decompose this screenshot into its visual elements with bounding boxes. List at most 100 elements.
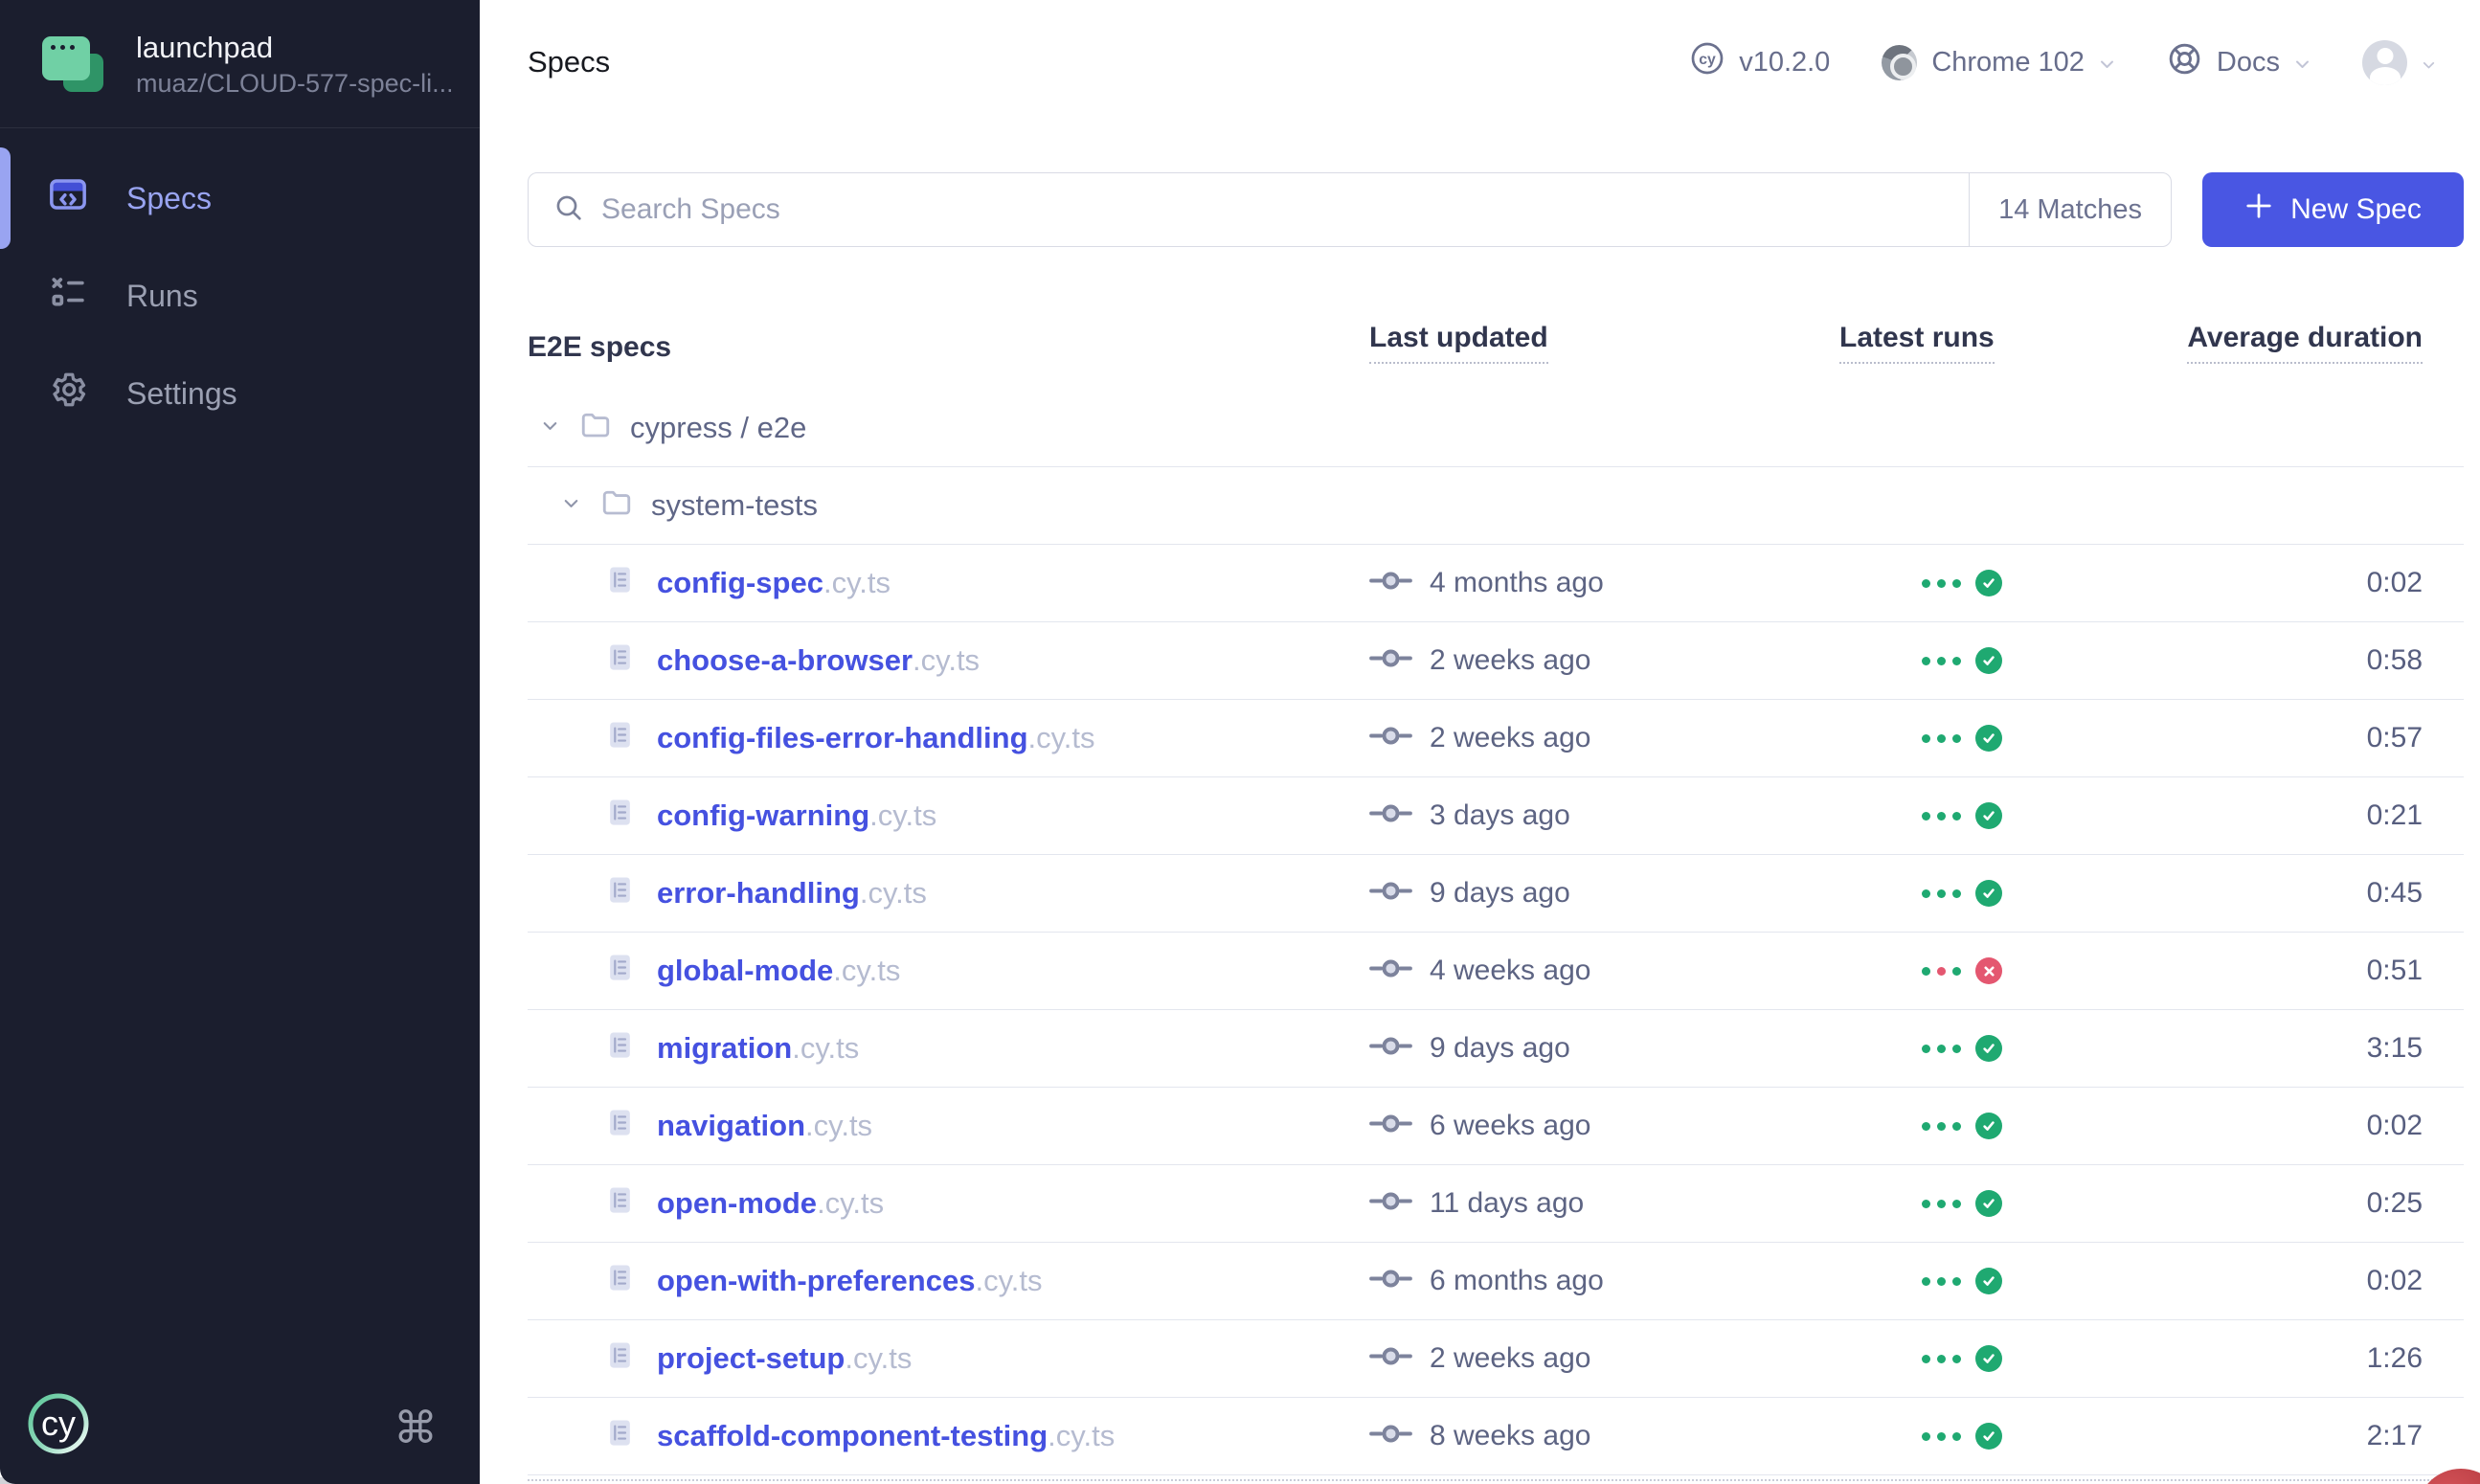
spec-name[interactable]: scaffold-component-testing <box>657 1419 1048 1453</box>
run-dot <box>1952 1432 1961 1441</box>
run-dot <box>1952 657 1961 665</box>
run-status-icon <box>1975 957 2002 984</box>
latest-runs-cell[interactable] <box>1839 802 2002 829</box>
sidebar-item-specs[interactable]: Specs <box>0 149 480 247</box>
git-commit-icon <box>1369 1265 1412 1297</box>
spec-row[interactable]: config-spec .cy.ts 4 months ago 0:02 <box>528 545 2464 622</box>
latest-runs-cell[interactable] <box>1839 1113 2002 1139</box>
latest-runs-cell[interactable] <box>1839 957 2002 984</box>
spec-name[interactable]: config-spec <box>657 566 823 600</box>
sidebar-item-runs[interactable]: Runs <box>0 247 480 345</box>
spec-row[interactable]: scaffold-component-testing .cy.ts 8 week… <box>528 1398 2464 1475</box>
run-status-icon <box>1975 1113 2002 1139</box>
run-dot <box>1922 579 1930 588</box>
docs-label: Docs <box>2217 47 2280 79</box>
col-average-duration[interactable]: Average duration <box>2002 322 2464 364</box>
run-dot <box>1937 579 1946 588</box>
spec-name[interactable]: global-mode <box>657 954 833 988</box>
spec-extension: .cy.ts <box>845 1341 912 1376</box>
spec-name[interactable]: config-files-error-handling <box>657 721 1028 755</box>
spec-row[interactable]: config-warning .cy.ts 3 days ago 0:21 <box>528 777 2464 855</box>
spec-row[interactable]: choose-a-browser .cy.ts 2 weeks ago 0:58 <box>528 622 2464 700</box>
folder-row[interactable]: cypress / e2e <box>528 390 2464 467</box>
run-dot <box>1922 734 1930 743</box>
chevron-down-icon <box>2099 47 2115 79</box>
latest-runs-cell[interactable] <box>1839 1190 2002 1217</box>
spec-rows: config-spec .cy.ts 4 months ago 0:02 <box>528 545 2464 1475</box>
project-icon <box>42 34 105 94</box>
match-count: 14 Matches <box>1969 173 2171 246</box>
new-spec-button[interactable]: New Spec <box>2202 172 2464 247</box>
latest-runs-cell[interactable] <box>1839 880 2002 907</box>
col-e2e-specs: E2E specs <box>528 331 1369 364</box>
sidebar-item-label: Runs <box>126 279 198 314</box>
run-dot <box>1952 1277 1961 1286</box>
spec-extension: .cy.ts <box>1048 1419 1115 1453</box>
project-header[interactable]: launchpad muaz/CLOUD-577-spec-li... <box>0 0 480 128</box>
docs-menu[interactable]: Docs <box>2167 41 2311 84</box>
chevron-down-icon[interactable] <box>560 489 582 522</box>
spec-row[interactable]: project-setup .cy.ts 2 weeks ago 1:26 <box>528 1320 2464 1398</box>
run-dot <box>1922 812 1930 821</box>
specs-icon <box>48 174 88 222</box>
run-dot <box>1952 1200 1961 1208</box>
spec-extension: .cy.ts <box>1028 721 1095 755</box>
search-input[interactable] <box>601 173 1969 246</box>
spec-row[interactable]: global-mode .cy.ts 4 weeks ago 0:51 <box>528 933 2464 1010</box>
latest-runs-cell[interactable] <box>1839 1345 2002 1372</box>
sidebar-item-settings[interactable]: Settings <box>0 345 480 442</box>
latest-runs-cell[interactable] <box>1839 1268 2002 1294</box>
spec-name[interactable]: project-setup <box>657 1341 845 1376</box>
latest-runs-cell[interactable] <box>1839 725 2002 752</box>
run-status-icon <box>1975 1345 2002 1372</box>
git-commit-icon <box>1369 1187 1412 1220</box>
spec-name[interactable]: open-mode <box>657 1186 817 1221</box>
keyboard-shortcuts-icon[interactable]: ⌘ <box>394 1402 438 1453</box>
run-dot <box>1937 967 1946 976</box>
spec-name[interactable]: navigation <box>657 1109 805 1143</box>
spec-extension: .cy.ts <box>805 1109 872 1143</box>
run-dot <box>1937 1432 1946 1441</box>
spec-extension: .cy.ts <box>792 1031 859 1066</box>
latest-runs-cell[interactable] <box>1839 1035 2002 1062</box>
folder-name: cypress / e2e <box>630 411 806 445</box>
last-updated-text: 2 weeks ago <box>1430 644 1590 677</box>
sidebar-nav: Specs Runs <box>0 128 480 442</box>
search-box[interactable]: 14 Matches <box>528 172 2172 247</box>
last-updated-text: 4 months ago <box>1430 567 1604 599</box>
run-dot <box>1922 657 1930 665</box>
run-dot <box>1952 889 1961 898</box>
spec-name[interactable]: open-with-preferences <box>657 1264 975 1298</box>
spec-file-icon <box>604 1417 636 1456</box>
spec-name[interactable]: error-handling <box>657 876 860 911</box>
gear-icon <box>48 370 88 417</box>
run-status-icon <box>1975 1268 2002 1294</box>
spec-file-icon <box>604 1107 636 1146</box>
spec-row[interactable]: open-with-preferences .cy.ts 6 months ag… <box>528 1243 2464 1320</box>
duration-text: 0:45 <box>2002 877 2464 910</box>
browser-selector[interactable]: Chrome 102 <box>1882 45 2115 80</box>
spec-row[interactable]: migration .cy.ts 9 days ago 3:15 <box>528 1010 2464 1088</box>
latest-runs-cell[interactable] <box>1839 647 2002 674</box>
git-commit-icon <box>1369 955 1412 987</box>
spec-name[interactable]: migration <box>657 1031 792 1066</box>
duration-text: 3:15 <box>2002 1032 2464 1065</box>
col-latest-runs[interactable]: Latest runs <box>1839 322 2002 364</box>
user-menu[interactable] <box>2362 40 2436 85</box>
run-dot <box>1937 1122 1946 1131</box>
latest-runs-cell[interactable] <box>1839 570 2002 596</box>
folder-row[interactable]: system-tests <box>528 467 2464 545</box>
run-status-icon <box>1975 725 2002 752</box>
spec-row[interactable]: open-mode .cy.ts 11 days ago 0:25 <box>528 1165 2464 1243</box>
sidebar-item-label: Specs <box>126 181 212 216</box>
col-last-updated[interactable]: Last updated <box>1369 322 1839 364</box>
chevron-down-icon[interactable] <box>539 412 561 444</box>
spec-name[interactable]: choose-a-browser <box>657 643 913 678</box>
latest-runs-cell[interactable] <box>1839 1423 2002 1450</box>
spec-row[interactable]: error-handling .cy.ts 9 days ago 0:45 <box>528 855 2464 933</box>
spec-name[interactable]: config-warning <box>657 798 869 833</box>
spec-row[interactable]: config-files-error-handling .cy.ts 2 wee… <box>528 700 2464 777</box>
content-bottom-divider <box>528 1479 2464 1481</box>
duration-text: 0:02 <box>2002 1265 2464 1297</box>
spec-row[interactable]: navigation .cy.ts 6 weeks ago 0:02 <box>528 1088 2464 1165</box>
